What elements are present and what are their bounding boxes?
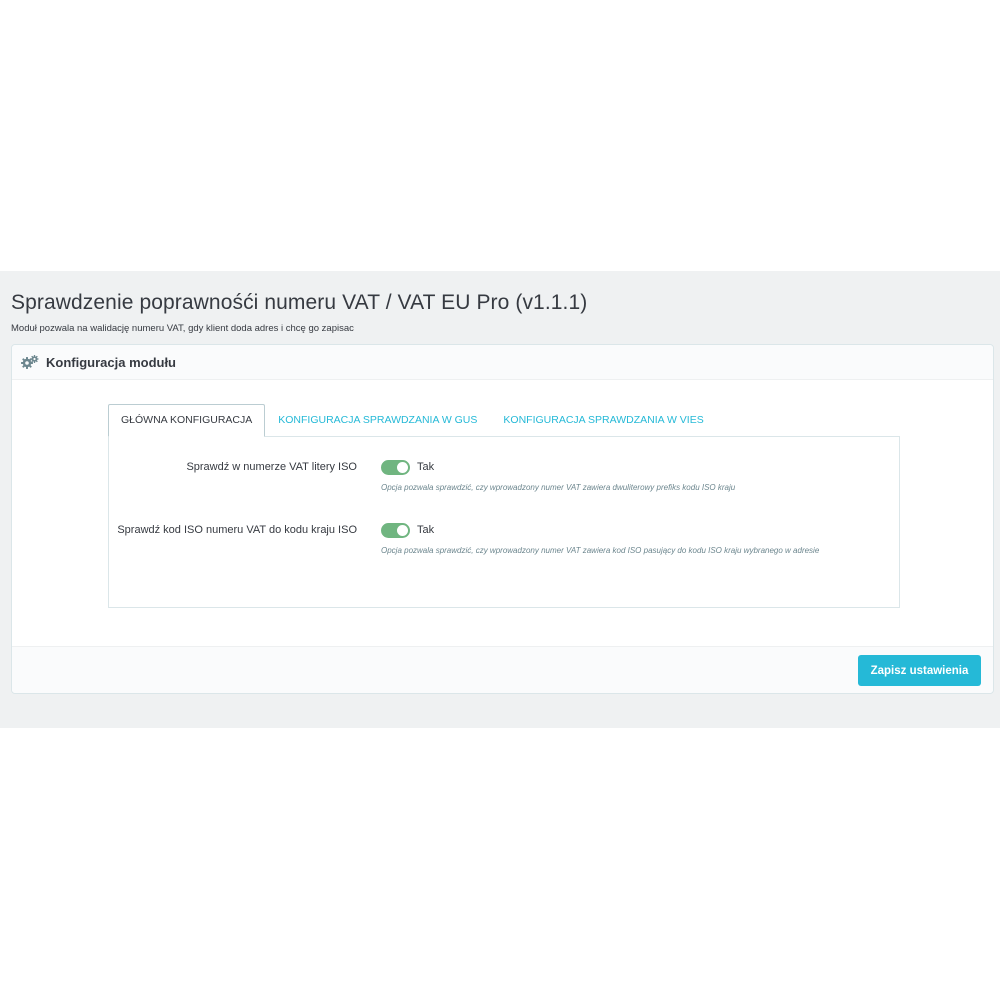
toggle-switch[interactable] [381, 522, 410, 538]
iso-letters-switch: Tak [381, 459, 881, 475]
page-title: Sprawdzenie poprawnośći numeru VAT / VAT… [11, 291, 588, 314]
panel-footer: Zapisz ustawienia [12, 646, 993, 693]
config-panel: Konfiguracja modułu GŁÓWNA KONFIGURACJA … [11, 344, 994, 694]
toggle-knob [397, 524, 408, 536]
save-settings-button[interactable]: Zapisz ustawienia [858, 655, 981, 686]
field-label: Sprawdź w numerze VAT litery ISO [186, 461, 357, 473]
help-text: Opcja pozwala sprawdzić, czy wprowadzony… [381, 546, 820, 555]
toggle-switch[interactable] [381, 459, 410, 475]
iso-country-switch: Tak [381, 522, 881, 538]
help-text: Opcja pozwala sprawdzić, czy wprowadzony… [381, 483, 736, 492]
panel-title: Konfiguracja modułu [46, 354, 176, 370]
tab-bar: GŁÓWNA KONFIGURACJA KONFIGURACJA SPRAWDZ… [108, 404, 717, 437]
tab-vies-config[interactable]: KONFIGURACJA SPRAWDZANIA W VIES [490, 404, 716, 436]
panel-heading: Konfiguracja modułu [12, 345, 993, 380]
field-control: Tak Opcja pozwala sprawdzić, czy wprowad… [381, 522, 881, 557]
tab-pane-main: Sprawdź w numerze VAT litery ISO Tak Opc… [108, 436, 900, 608]
tab-main-config[interactable]: GŁÓWNA KONFIGURACJA [108, 404, 266, 437]
cogs-icon [21, 354, 39, 370]
page-subtitle: Moduł pozwala na walidację numeru VAT, g… [11, 323, 354, 334]
tab-gus-config[interactable]: KONFIGURACJA SPRAWDZANIA W GUS [265, 404, 490, 436]
field-control: Tak Opcja pozwala sprawdzić, czy wprowad… [381, 459, 881, 494]
admin-page: Sprawdzenie poprawnośći numeru VAT / VAT… [0, 271, 1000, 728]
switch-state-label: Tak [417, 524, 435, 536]
field-label: Sprawdź kod ISO numeru VAT do kodu kraju… [117, 524, 357, 536]
toggle-knob [397, 461, 408, 473]
switch-state-label: Tak [417, 461, 435, 473]
